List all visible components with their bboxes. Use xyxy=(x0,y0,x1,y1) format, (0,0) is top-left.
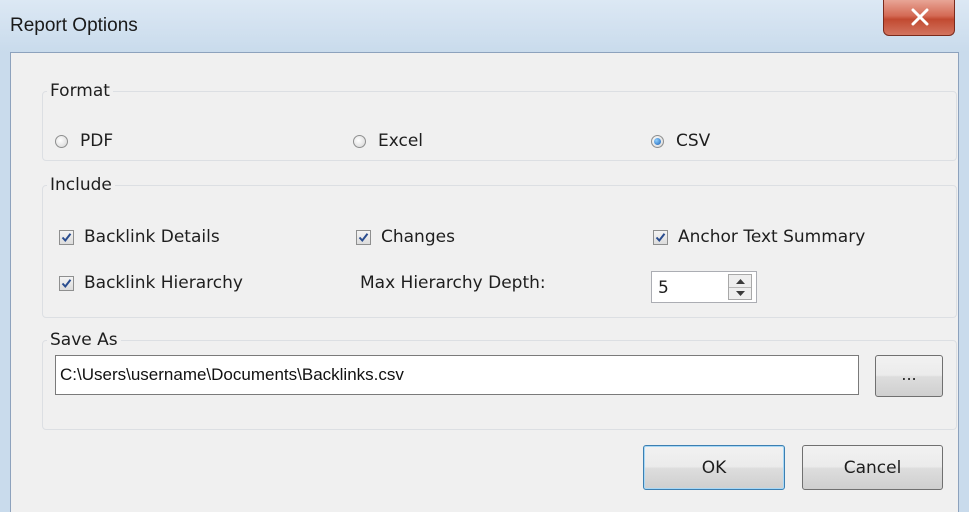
format-legend: Format xyxy=(50,81,110,101)
spinner-buttons xyxy=(728,274,752,300)
radio-pdf-label: PDF xyxy=(80,131,114,151)
radio-excel-label: Excel xyxy=(378,131,424,151)
radio-pdf-button[interactable] xyxy=(55,134,68,148)
checkbox-anchor-text-summary-box[interactable] xyxy=(653,229,668,245)
arrow-down-icon xyxy=(735,290,745,296)
spin-down-button[interactable] xyxy=(729,287,751,299)
ok-button[interactable]: OK xyxy=(643,445,785,490)
max-hierarchy-depth-label: Max Hierarchy Depth: xyxy=(360,273,546,293)
save-path-input[interactable]: C:\Users\username\Documents\Backlinks.cs… xyxy=(55,355,859,395)
radio-csv[interactable]: CSV xyxy=(651,131,710,151)
max-hierarchy-depth-value[interactable]: 5 xyxy=(658,278,669,298)
browse-button[interactable]: ... xyxy=(875,355,943,397)
max-hierarchy-depth-spinner[interactable]: 5 xyxy=(651,271,757,303)
checkbox-backlink-details[interactable]: Backlink Details xyxy=(59,227,220,247)
checkmark-icon xyxy=(358,232,369,242)
title-bar: Report Options xyxy=(0,0,969,52)
arrow-up-icon xyxy=(735,278,745,284)
checkbox-backlink-hierarchy-label: Backlink Hierarchy xyxy=(84,273,243,293)
checkbox-changes-label: Changes xyxy=(381,227,455,247)
checkbox-backlink-hierarchy[interactable]: Backlink Hierarchy xyxy=(59,273,243,293)
checkmark-icon xyxy=(61,278,72,288)
checkbox-backlink-hierarchy-box[interactable] xyxy=(59,275,74,291)
radio-csv-button[interactable] xyxy=(651,134,664,148)
dialog-body: Format PDF Excel CSV Include Backlink De… xyxy=(10,52,959,512)
cancel-button[interactable]: Cancel xyxy=(802,445,943,490)
checkbox-anchor-text-summary-label: Anchor Text Summary xyxy=(678,227,866,247)
radio-excel-button[interactable] xyxy=(353,134,366,148)
window-title: Report Options xyxy=(10,15,138,36)
checkbox-backlink-details-box[interactable] xyxy=(59,229,74,245)
close-button[interactable] xyxy=(883,0,955,36)
checkbox-backlink-details-label: Backlink Details xyxy=(84,227,220,247)
checkmark-icon xyxy=(655,232,666,242)
radio-excel[interactable]: Excel xyxy=(353,131,423,151)
checkbox-changes-box[interactable] xyxy=(356,229,371,245)
checkbox-changes[interactable]: Changes xyxy=(356,227,455,247)
format-group: Format xyxy=(42,81,957,161)
radio-pdf[interactable]: PDF xyxy=(55,131,113,151)
include-legend: Include xyxy=(50,175,112,195)
save-path-value[interactable]: C:\Users\username\Documents\Backlinks.cs… xyxy=(60,365,404,385)
checkbox-anchor-text-summary[interactable]: Anchor Text Summary xyxy=(653,227,865,247)
radio-csv-label: CSV xyxy=(676,131,711,151)
checkmark-icon xyxy=(61,232,72,242)
save-as-legend: Save As xyxy=(50,330,118,350)
close-icon xyxy=(911,8,929,26)
